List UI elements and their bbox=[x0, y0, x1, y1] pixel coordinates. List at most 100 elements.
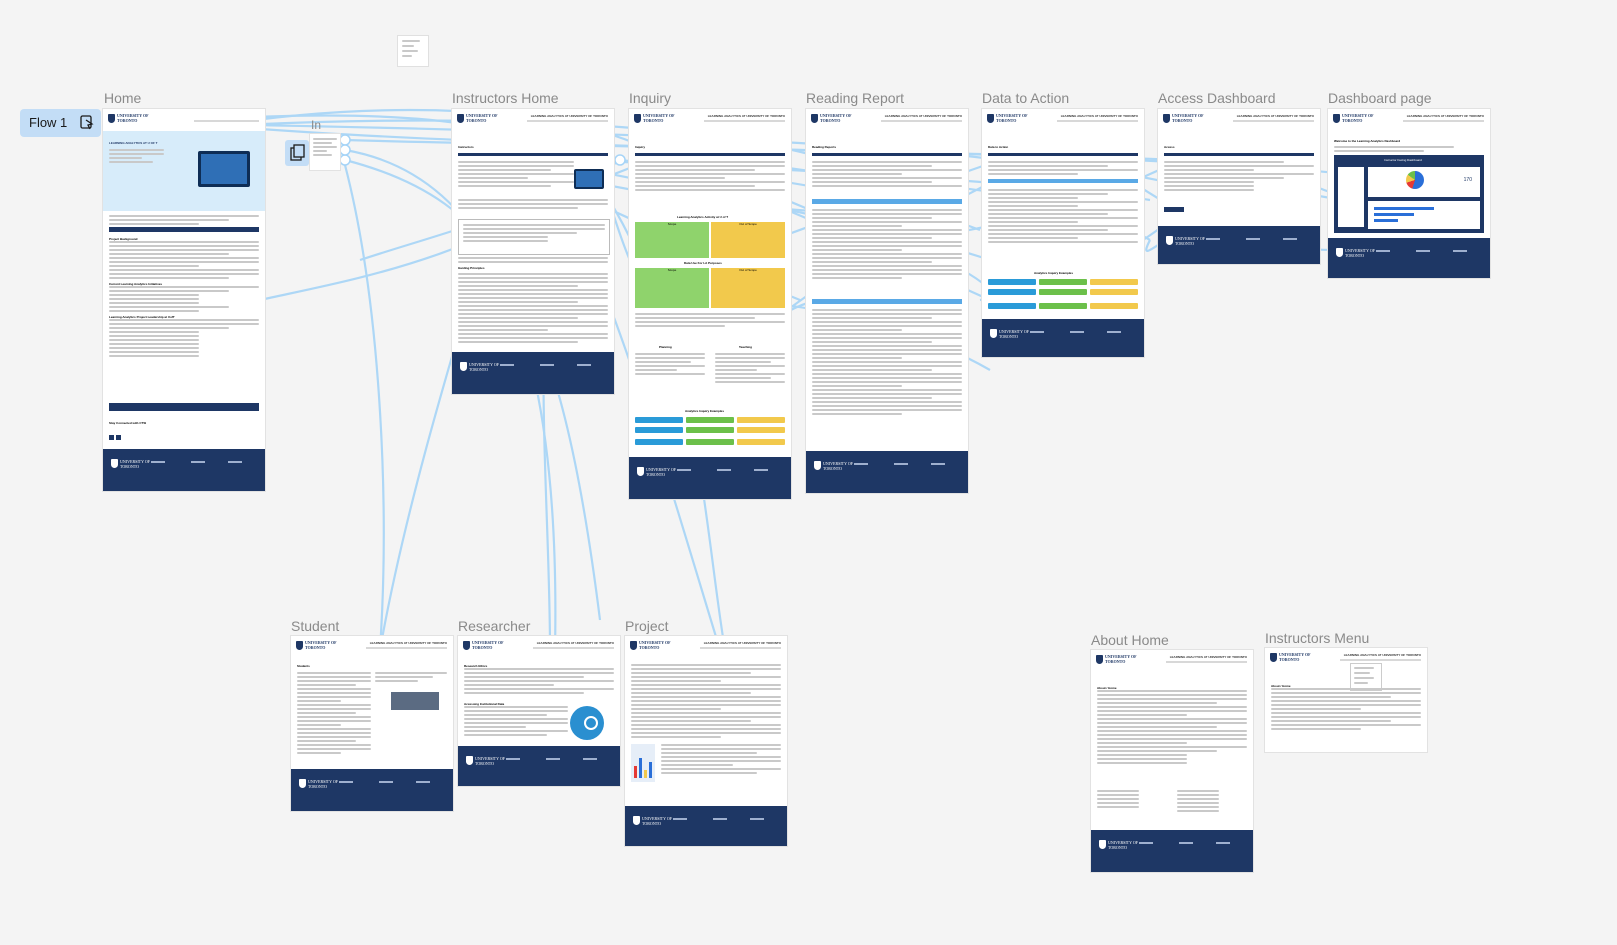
section-heading: Analytics Inquiry Examples bbox=[1034, 271, 1074, 275]
summary-card: 170 bbox=[1368, 167, 1480, 197]
site-title: LEARNING ANALYTICS AT UNIVERSITY OF TORO… bbox=[536, 641, 614, 645]
crest-icon bbox=[1163, 114, 1170, 123]
frame-title-researcher: Researcher bbox=[458, 618, 531, 634]
frame-title-reading-report: Reading Report bbox=[806, 90, 905, 106]
monitor-illustration bbox=[198, 151, 250, 187]
bar-chart-card bbox=[1368, 201, 1480, 229]
crest-icon bbox=[457, 114, 464, 123]
crest-icon bbox=[634, 114, 641, 123]
frame-in[interactable] bbox=[310, 134, 340, 170]
crest-icon bbox=[1270, 653, 1277, 662]
frame-title-student: Student bbox=[291, 618, 340, 634]
monitor-illustration bbox=[574, 169, 604, 189]
chart-illustration bbox=[631, 744, 655, 782]
sticky-note[interactable] bbox=[398, 36, 428, 66]
frame-title-project: Project bbox=[625, 618, 669, 634]
dashboard-panel[interactable]: Instructor Facing Dashboard 170 bbox=[1334, 155, 1484, 233]
section-heading: Analytics Inquiry Examples bbox=[685, 409, 725, 413]
page-title: Data to Action bbox=[988, 145, 1009, 149]
filter-sidebar[interactable] bbox=[1338, 167, 1364, 227]
example-header bbox=[737, 417, 785, 423]
access-button[interactable] bbox=[1164, 207, 1184, 212]
database-search-icon bbox=[570, 706, 604, 740]
site-footer: UNIVERSITY OF TORONTO bbox=[452, 352, 614, 394]
page-title: Inquiry bbox=[635, 145, 646, 149]
panel-title: Instructor Facing Dashboard bbox=[1384, 158, 1422, 162]
crest-icon bbox=[463, 641, 470, 650]
page-title: Reading Reports bbox=[812, 145, 837, 149]
crest-icon bbox=[630, 641, 637, 650]
frame-about-home[interactable]: UNIVERSITY OF TORONTO LEARNING ANALYTICS A… bbox=[1091, 650, 1253, 872]
copy-icon bbox=[290, 144, 305, 161]
site-title: LEARNING ANALYTICS AT UNIVERSITY OF TORO… bbox=[884, 114, 962, 118]
frame-researcher[interactable]: UNIVERSITY OF TORONTO LEARNING ANALYTICS A… bbox=[458, 636, 620, 786]
site-footer: UNIVERSITY OF TORONTO bbox=[103, 449, 265, 491]
crest-icon bbox=[1096, 655, 1103, 664]
hero-banner: LEARNING ANALYTICS AT U OF T bbox=[103, 131, 265, 211]
frame-student[interactable]: UNIVERSITY OF TORONTO LEARNING ANALYTICS A… bbox=[291, 636, 453, 811]
frame-project[interactable]: UNIVERSITY OF TORONTO LEARNING ANALYTICS A… bbox=[625, 636, 787, 846]
frame-data-to-action[interactable]: UNIVERSITY OF TORONTO LEARNING ANALYTICS A… bbox=[982, 109, 1144, 357]
frame-reading-report[interactable]: UNIVERSITY OF TORONTO LEARNING ANALYTICS A… bbox=[806, 109, 968, 493]
out-of-scope-box: Out of Scope bbox=[711, 222, 785, 258]
section-heading: Learning Analytics Activity at U of T bbox=[677, 215, 729, 219]
scope-box: Scope bbox=[635, 268, 709, 308]
site-title: LEARNING ANALYTICS AT UNIVERSITY OF TORO… bbox=[1406, 114, 1484, 118]
crest-icon bbox=[296, 641, 303, 650]
frame-title-about-home: About Home bbox=[1091, 632, 1169, 648]
site-title: LEARNING ANALYTICS AT UNIVERSITY OF TORO… bbox=[1060, 114, 1138, 118]
crest-icon bbox=[111, 459, 118, 468]
frame-title-home: Home bbox=[104, 90, 142, 106]
column-heading: Teaching bbox=[739, 345, 752, 349]
page-title: Welcome to the Learning Analytics Dashbo… bbox=[1334, 139, 1401, 143]
flow-label: Flow 1 bbox=[29, 115, 68, 130]
frame-instructors-home[interactable]: UNIVERSITY OF TORONTO LEARNING ANALYTICS A… bbox=[452, 109, 614, 394]
callout-box bbox=[458, 219, 610, 255]
site-footer: UNIVERSITY OF TORONTO bbox=[291, 769, 453, 811]
site-title: LEARNING ANALYTICS AT UNIVERSITY OF TORO… bbox=[369, 641, 447, 645]
social-icon[interactable] bbox=[116, 435, 121, 440]
frame-title-instructors-home: Instructors Home bbox=[452, 90, 559, 106]
frame-inquiry[interactable]: UNIVERSITY OF TORONTO LEARNING ANALYTICS A… bbox=[629, 109, 791, 499]
search-bar[interactable] bbox=[109, 403, 259, 411]
frame-dashboard-page[interactable]: UNIVERSITY OF TORONTO LEARNING ANALYTICS A… bbox=[1328, 109, 1490, 278]
play-frame-icon bbox=[80, 115, 94, 130]
flow-start-tag[interactable]: Flow 1 bbox=[20, 109, 101, 137]
frame-title-inquiry: Inquiry bbox=[629, 90, 672, 106]
page-title: Instructors bbox=[458, 145, 474, 149]
students-photo bbox=[391, 692, 439, 710]
frame-title-instructors-menu: Instructors Menu bbox=[1265, 630, 1370, 646]
crest-icon bbox=[987, 114, 994, 123]
frame-instructors-menu[interactable]: UNIVERSITY OF TORONTO LEARNING ANALYTICS A… bbox=[1265, 648, 1427, 752]
site-title: LEARNING ANALYTICS AT UNIVERSITY OF TORO… bbox=[1343, 653, 1421, 657]
scope-box: Scope bbox=[635, 222, 709, 258]
example-header bbox=[635, 417, 683, 423]
frame-title-in: In bbox=[311, 118, 322, 132]
site-footer: UNIVERSITY OF TORONTO bbox=[458, 746, 620, 786]
hero-title: LEARNING ANALYTICS AT U OF T bbox=[109, 141, 158, 145]
column-heading: Planning bbox=[659, 345, 672, 349]
site-title: LEARNING ANALYTICS AT UNIVERSITY OF TORO… bbox=[703, 641, 781, 645]
frame-access-dashboard[interactable]: UNIVERSITY OF TORONTO LEARNING ANALYTICS A… bbox=[1158, 109, 1320, 264]
page-title: Access bbox=[1164, 145, 1175, 149]
metric-value: 170 bbox=[1463, 177, 1472, 183]
site-footer: UNIVERSITY OF TORONTO bbox=[629, 457, 791, 499]
site-footer: UNIVERSITY OF TORONTO bbox=[625, 806, 787, 846]
site-footer: UNIVERSITY OF TORONTO bbox=[806, 451, 968, 493]
frame-title-access-dashboard: Access Dashboard bbox=[1158, 90, 1276, 106]
site-title: LEARNING ANALYTICS AT UNIVERSITY OF TORO… bbox=[530, 114, 608, 118]
copy-frame-tag[interactable] bbox=[285, 140, 309, 166]
site-footer: UNIVERSITY OF TORONTO bbox=[1158, 226, 1320, 264]
frame-home[interactable]: UNIVERSITY OF TORONTO LEARNING ANALYTICS … bbox=[103, 109, 265, 491]
out-of-scope-box: Out of Scope bbox=[711, 268, 785, 308]
crest-icon bbox=[811, 114, 818, 123]
site-footer: UNIVERSITY OF TORONTO bbox=[1091, 830, 1253, 872]
site-title: LEARNING ANALYTICS AT UNIVERSITY OF TORO… bbox=[1169, 655, 1247, 659]
tab-bar[interactable] bbox=[109, 227, 259, 232]
page-title: Students bbox=[297, 664, 310, 668]
stay-connected-heading: Stay Connected with CTSI bbox=[109, 421, 147, 425]
social-icon[interactable] bbox=[109, 435, 114, 440]
section-heading: Guiding Principles bbox=[458, 266, 485, 270]
example-header bbox=[686, 417, 734, 423]
frame-title-data-to-action: Data to Action bbox=[982, 90, 1070, 106]
